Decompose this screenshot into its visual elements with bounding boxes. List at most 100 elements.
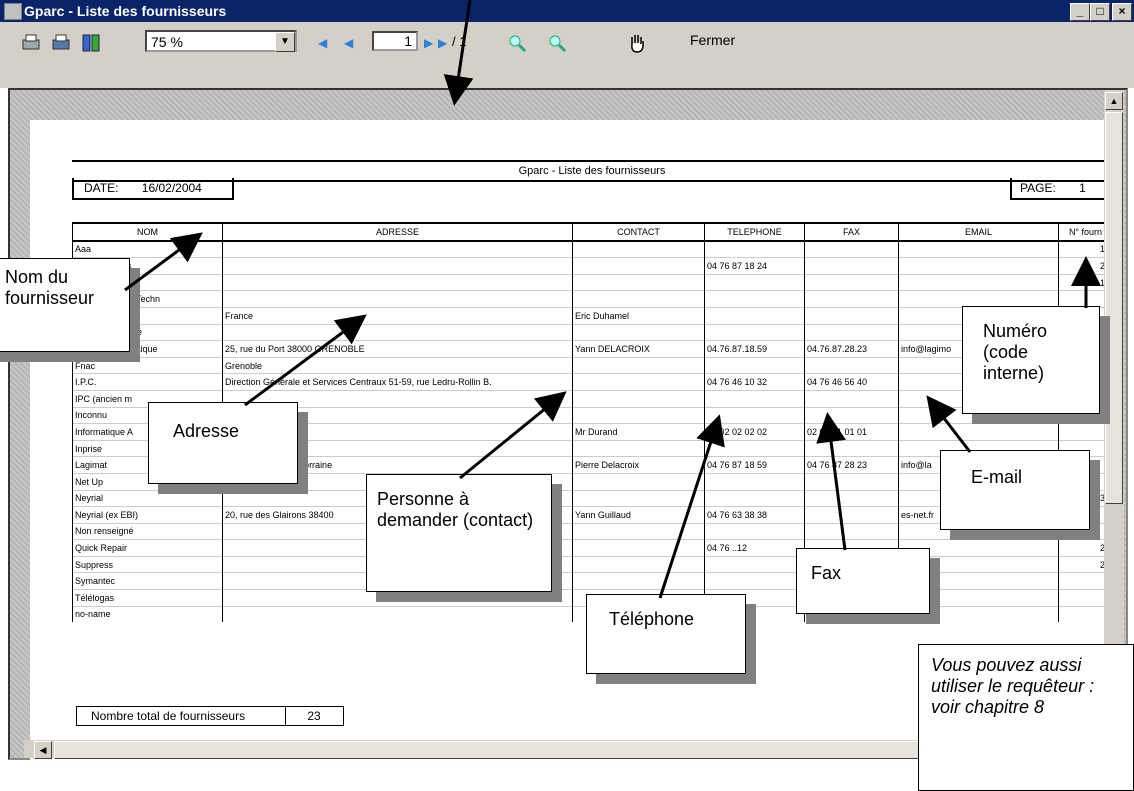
scroll-left-icon[interactable]: ◀ xyxy=(34,741,52,759)
table-cell xyxy=(704,356,805,374)
first-page-icon[interactable]: ◀ xyxy=(318,36,327,50)
table-cell xyxy=(222,290,573,308)
print-setup-icon[interactable] xyxy=(20,32,42,54)
page-count: / 1 xyxy=(452,34,467,49)
table-cell xyxy=(704,389,805,408)
table-cell: 04 76 87 18 59 xyxy=(704,456,805,474)
close-preview-button[interactable]: Fermer xyxy=(690,32,735,48)
close-button[interactable]: × xyxy=(1112,3,1132,21)
table-cell: Pierre Delacroix xyxy=(572,456,705,474)
scroll-thumb[interactable] xyxy=(1105,112,1123,504)
table-cell: no-name xyxy=(72,605,223,623)
table-row: CFI Informatique xyxy=(72,323,1113,341)
export-icon[interactable] xyxy=(80,32,102,54)
table-cell xyxy=(804,406,899,424)
table-cell xyxy=(572,406,705,424)
zoom-select[interactable]: 75 % ▼ xyxy=(145,30,297,52)
table-cell xyxy=(572,389,705,408)
maximize-button[interactable]: □ xyxy=(1090,3,1110,21)
scroll-up-icon[interactable]: ▲ xyxy=(1105,92,1123,110)
hand-pan-icon[interactable] xyxy=(626,32,648,54)
last-page-icon[interactable]: ▶ xyxy=(438,36,447,50)
callout-numero: Numéro (code interne) xyxy=(962,306,1100,414)
page-label: PAGE: xyxy=(1020,181,1056,195)
table-cell xyxy=(804,323,899,341)
table-cell: Quick Repair xyxy=(72,539,223,557)
table-row: Quick Repair04 76 ..1227 xyxy=(72,539,1113,557)
print-icon[interactable] xyxy=(50,32,72,54)
toolbar: 75 % ▼ ◀ ◀ 1 ▶ ▶ / 1 Fermer xyxy=(0,22,1134,88)
page-number-input[interactable]: 1 xyxy=(372,31,418,51)
table-cell xyxy=(898,240,1059,258)
table-cell xyxy=(704,572,805,590)
callout-note: Vous pouvez aussi utiliser le requêteur … xyxy=(918,644,1134,791)
minimize-button[interactable]: _ xyxy=(1070,3,1090,21)
table-cell xyxy=(898,273,1059,291)
total-suppliers: Nombre total de fournisseurs 23 xyxy=(76,706,344,726)
chevron-down-icon[interactable]: ▼ xyxy=(275,32,295,52)
table-row: Suppress28 xyxy=(72,555,1113,573)
table-cell xyxy=(572,373,705,391)
table-cell xyxy=(572,539,705,557)
table-cell: 02 01 01 01 01 xyxy=(804,423,899,441)
column-header: ADRESSE xyxy=(222,222,573,242)
table-cell xyxy=(804,439,899,457)
report-page-number: PAGE: 1 xyxy=(1010,178,1112,200)
table-cell xyxy=(704,406,805,424)
table-cell xyxy=(572,489,705,507)
zoom-out-icon[interactable] xyxy=(546,32,568,54)
table-cell xyxy=(804,240,899,258)
date-value: 16/02/2004 xyxy=(141,181,202,195)
table-cell: I.P.C. xyxy=(72,373,223,391)
table-cell xyxy=(704,240,805,258)
table-cell xyxy=(572,290,705,308)
table-cell: 04.76.87.28.23 xyxy=(804,340,899,358)
table-row: Adobe Egress04 76 87 18 2428 xyxy=(72,257,1113,275)
table-cell xyxy=(572,240,705,258)
table-cell: 04 76 46 56 40 xyxy=(804,373,899,391)
table-cell: Direction Générale et Services Centraux … xyxy=(222,373,573,391)
table-cell xyxy=(222,605,573,623)
table-cell xyxy=(704,472,805,490)
table-cell xyxy=(804,522,899,540)
column-header: EMAIL xyxy=(898,222,1059,242)
table-cell: Télélogas xyxy=(72,589,223,607)
scroll-thumb-horizontal[interactable] xyxy=(54,741,926,759)
table-cell xyxy=(804,290,899,308)
table-cell xyxy=(804,306,899,325)
table-cell xyxy=(222,273,573,291)
table-cell: Neyrial xyxy=(72,489,223,507)
table-cell: 25, rue du Port 38000 GRENOBLE xyxy=(222,340,573,358)
table-row: France Eric Duhamel xyxy=(72,306,1113,325)
table-cell xyxy=(704,323,805,341)
table-cell xyxy=(572,356,705,374)
table-cell xyxy=(804,472,899,490)
zoom-in-icon[interactable] xyxy=(506,32,528,54)
column-header: TELEPHONE xyxy=(704,222,805,242)
table-cell: Mr Durand xyxy=(572,423,705,441)
table-cell: Suppress xyxy=(72,555,223,573)
total-value: 23 xyxy=(285,707,342,725)
table-cell xyxy=(704,489,805,507)
zoom-value: 75 % xyxy=(151,34,183,50)
next-page-icon[interactable]: ▶ xyxy=(424,36,433,50)
callout-fax: Fax xyxy=(796,548,930,614)
column-header: NOM xyxy=(72,222,223,242)
window-app-icon xyxy=(4,3,22,20)
table-cell: Eric Duhamel xyxy=(572,306,705,325)
prev-page-icon[interactable]: ◀ xyxy=(344,36,353,50)
table-cell: France xyxy=(222,306,573,325)
table-cell xyxy=(572,257,705,275)
table-row: ASB Software_Techn xyxy=(72,290,1113,308)
vertical-scrollbar[interactable]: ▲ xyxy=(1104,90,1124,736)
table-cell xyxy=(572,472,705,490)
table-row: Aaa13 xyxy=(72,240,1113,258)
page-value: 1 xyxy=(1079,181,1086,195)
table-cell xyxy=(804,489,899,507)
table-row: Symantec xyxy=(72,572,1113,590)
table-cell xyxy=(804,506,899,524)
table-cell xyxy=(804,356,899,374)
table-cell xyxy=(704,555,805,573)
total-label: Nombre total de fournisseurs xyxy=(91,709,246,723)
table-cell xyxy=(572,572,705,590)
